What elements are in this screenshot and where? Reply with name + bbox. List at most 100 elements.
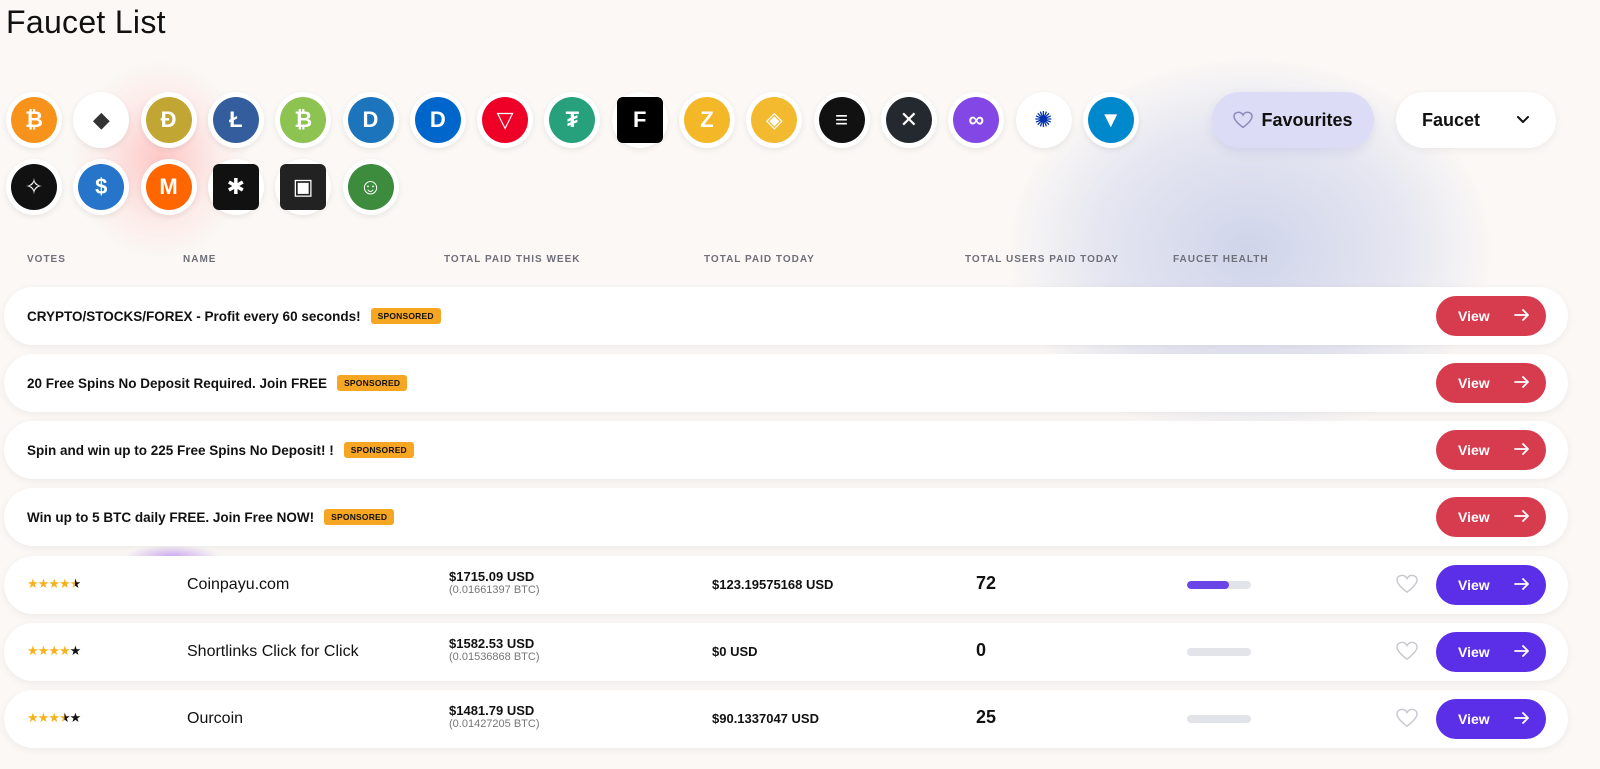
coin-dash-button[interactable]: D (342, 92, 399, 148)
week-btc: (0.01427205 BTC) (449, 718, 540, 730)
bitcoin-icon: ₿ (11, 97, 57, 143)
view-button[interactable]: View (1436, 430, 1546, 470)
toncoin-icon: ▼ (1087, 97, 1134, 143)
star-icon: ★ (58, 576, 71, 591)
rating-stars: ★★★★★ (27, 710, 81, 726)
star-icon: ★ (37, 710, 50, 725)
coin-up-arrow-icon: ✱ (212, 164, 259, 210)
coin-polygon-button[interactable]: ∞ (948, 92, 1005, 148)
favourite-heart-icon[interactable] (1396, 641, 1418, 663)
polygon-icon: ∞ (953, 97, 1000, 143)
arrow-right-icon (1514, 375, 1530, 392)
litecoin-icon: Ł (212, 97, 259, 143)
sponsored-title-wrap: CRYPTO/STOCKS/FOREX - Profit every 60 se… (27, 308, 441, 324)
coin-ethereum-button[interactable]: ◆ (73, 92, 130, 148)
coin-xrp-button[interactable]: ✕ (880, 92, 937, 148)
view-button[interactable]: View (1436, 699, 1546, 739)
users-paid: 72 (976, 573, 997, 593)
sponsored-row[interactable]: Spin and win up to 225 Free Spins No Dep… (4, 421, 1568, 479)
today-total: $90.1337047 USD (712, 711, 819, 726)
ethereum-icon: ◆ (78, 97, 125, 143)
week-usd: $1715.09 USD (449, 569, 535, 584)
week-total: $1481.79 USD (0.01427205 BTC) (449, 703, 540, 730)
faucet-row[interactable]: ★★★★★ Coinpayu.com $1715.09 USD (0.01661397… (4, 556, 1568, 614)
coin-solana-button[interactable]: ≡ (813, 92, 870, 148)
favourite-heart-icon[interactable] (1396, 708, 1418, 730)
coin-cardano-button[interactable]: ✺ (1015, 92, 1072, 148)
coin-monero-button[interactable]: M (140, 159, 197, 215)
heart-icon (1233, 111, 1254, 129)
faucet-name[interactable]: Shortlinks Click for Click (187, 643, 359, 661)
sponsored-badge: SPONSORED (324, 509, 395, 525)
view-button[interactable]: View (1436, 363, 1546, 403)
faucet-type-select[interactable]: Faucet (1396, 92, 1556, 148)
monero-icon: M (145, 164, 192, 210)
sponsored-title-wrap: Win up to 5 BTC daily FREE. Join Free NO… (27, 509, 395, 525)
coin-dogecoin-button[interactable]: Ð (140, 92, 197, 148)
arrow-right-icon (1514, 577, 1530, 594)
coin-toncoin-button[interactable]: ▼ (1082, 92, 1139, 148)
favourite-heart-icon[interactable] (1396, 574, 1418, 596)
faucet-name[interactable]: Coinpayu.com (187, 576, 289, 594)
view-label: View (1458, 711, 1490, 727)
star-icon: ★ (48, 710, 60, 725)
week-total: $1582.53 USD (0.01536868 BTC) (449, 636, 540, 663)
favourites-button[interactable]: Favourites (1212, 92, 1374, 148)
faucet-row[interactable]: ★★★★★ Ourcoin $1481.79 USD (0.01427205 BTC)… (4, 690, 1568, 748)
users-paid: 25 (976, 707, 997, 727)
week-usd: $1582.53 USD (449, 636, 535, 651)
tron-icon: ▽ (482, 97, 529, 143)
select-value: Faucet (1422, 109, 1481, 130)
coin-coin-up-arrow-button[interactable]: ✱ (207, 159, 264, 215)
view-button[interactable]: View (1436, 296, 1546, 336)
view-label: View (1458, 375, 1490, 391)
sponsored-row[interactable]: 20 Free Spins No Deposit Required. Join … (4, 354, 1568, 412)
digibyte-icon: D (414, 97, 461, 143)
coin-tether-button[interactable]: ₮ (544, 92, 601, 148)
tether-icon: ₮ (549, 97, 596, 143)
view-button[interactable]: View (1436, 565, 1546, 605)
pepe-icon: ☺ (347, 164, 394, 210)
stellar-icon: ✧ (11, 164, 57, 210)
coin-bitcoin-cash-button[interactable]: ₿ (275, 92, 332, 148)
coin-bitcoin-button[interactable]: ₿ (6, 92, 62, 148)
coin-usdc-button[interactable]: $ (73, 159, 130, 215)
faucet-name[interactable]: Ourcoin (187, 710, 243, 728)
arrow-right-icon (1514, 509, 1530, 526)
coin-litecoin-button[interactable]: Ł (207, 92, 264, 148)
coin-coin-card-button[interactable]: ▣ (275, 159, 332, 215)
sponsored-row[interactable]: Win up to 5 BTC daily FREE. Join Free NO… (4, 488, 1568, 546)
coin-feyorra-button[interactable]: F (611, 92, 668, 148)
health-bar (1187, 715, 1251, 723)
cardano-icon: ✺ (1020, 97, 1067, 143)
health-bar (1187, 581, 1251, 589)
coin-zcash-button[interactable]: Z (679, 92, 735, 148)
star-icon: ★ (37, 643, 50, 658)
view-label: View (1458, 644, 1490, 660)
sponsored-row[interactable]: CRYPTO/STOCKS/FOREX - Profit every 60 se… (4, 287, 1568, 345)
health-bar (1187, 648, 1251, 656)
coin-stellar-button[interactable]: ✧ (6, 159, 62, 215)
coin-card-icon: ▣ (280, 164, 327, 210)
coin-pepe-button[interactable]: ☺ (342, 159, 399, 215)
faucet-row[interactable]: ★★★★★ Shortlinks Click for Click $1582.53 … (4, 623, 1568, 681)
coin-digibyte-button[interactable]: D (409, 92, 466, 148)
star-icon: ★ (27, 576, 39, 591)
star-icon: ★ (58, 643, 71, 658)
star-icon: ★ (48, 643, 60, 658)
coin-binance-button[interactable]: ◈ (746, 92, 803, 148)
arrow-right-icon (1514, 644, 1530, 661)
usdc-icon: $ (78, 164, 125, 210)
coin-tron-button[interactable]: ▽ (477, 92, 534, 148)
arrow-right-icon (1514, 442, 1530, 459)
week-btc: (0.01661397 BTC) (449, 584, 540, 596)
view-button[interactable]: View (1436, 632, 1546, 672)
users-paid: 0 (976, 640, 987, 660)
sponsored-badge: SPONSORED (337, 375, 408, 391)
binance-icon: ◈ (751, 97, 798, 143)
column-header-week: TOTAL PAID THIS WEEK (444, 254, 581, 265)
star-icon: ★ (69, 576, 82, 591)
today-total: $0 USD (712, 644, 758, 659)
sponsored-title: CRYPTO/STOCKS/FOREX - Profit every 60 se… (27, 308, 361, 324)
view-button[interactable]: View (1436, 497, 1546, 537)
